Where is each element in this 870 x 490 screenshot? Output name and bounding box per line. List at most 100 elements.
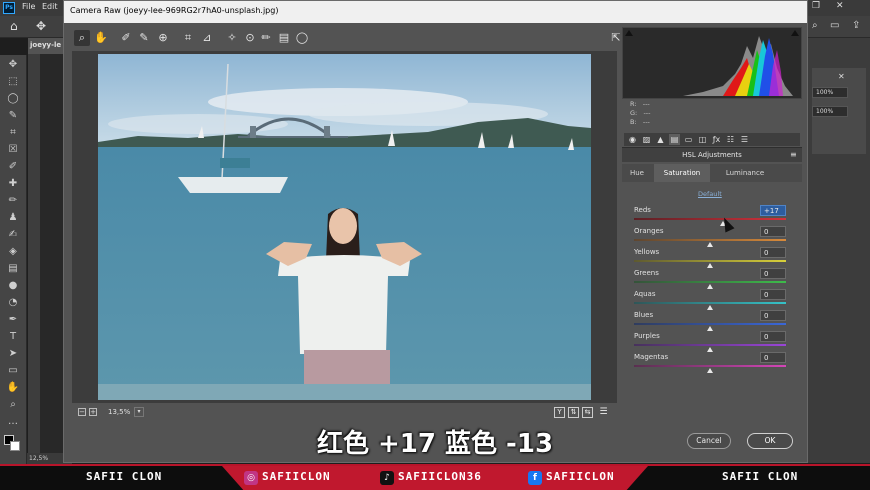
move-icon[interactable]: ✥: [36, 19, 46, 33]
crop-tool-icon[interactable]: ⌗: [6, 126, 20, 140]
menu-edit[interactable]: Edit: [42, 2, 58, 11]
hand-tool-icon[interactable]: ✋: [6, 381, 20, 395]
cancel-button[interactable]: Cancel: [687, 433, 731, 449]
slider-value-input[interactable]: +17: [760, 205, 786, 216]
zoom-in-icon[interactable]: +: [89, 408, 97, 416]
menu-file[interactable]: File: [22, 2, 35, 11]
lens-icon[interactable]: ◫: [697, 134, 708, 145]
background-color-swatch[interactable]: [10, 441, 20, 451]
calibration-icon[interactable]: ☷: [725, 134, 736, 145]
slider-track[interactable]: [634, 239, 786, 241]
image-preview[interactable]: [72, 51, 617, 403]
spot-removal-icon[interactable]: ✧: [224, 30, 240, 46]
tab-saturation[interactable]: Saturation: [654, 164, 710, 182]
gradient-tool-icon[interactable]: ▤: [6, 262, 20, 276]
slider-track[interactable]: [634, 260, 786, 262]
red-eye-icon[interactable]: ⊙: [242, 30, 258, 46]
slider-value-input[interactable]: 0: [760, 310, 786, 321]
presets-icon[interactable]: ☰: [739, 134, 750, 145]
document-tab[interactable]: joeyy-le: [28, 38, 68, 54]
slider-track[interactable]: [634, 365, 786, 367]
chevron-down-icon[interactable]: ▾: [134, 407, 144, 417]
quick-select-icon[interactable]: ✎: [6, 109, 20, 123]
eyedropper-tool-icon[interactable]: ✐: [6, 160, 20, 174]
brush-tool-icon[interactable]: ✏: [6, 194, 20, 208]
slider-track[interactable]: [634, 218, 786, 220]
detail-icon[interactable]: ▲: [655, 134, 666, 145]
instagram-handle: SAFIICLON: [262, 470, 331, 483]
adjustment-brush-icon[interactable]: ✏: [258, 30, 274, 46]
hand-icon[interactable]: ✋: [93, 30, 109, 46]
opacity-field[interactable]: 100%: [812, 87, 848, 98]
slider-thumb[interactable]: [707, 347, 713, 352]
marquee-tool-icon[interactable]: ⬚: [6, 75, 20, 89]
eraser-tool-icon[interactable]: ◈: [6, 245, 20, 259]
type-tool-icon[interactable]: T: [6, 330, 20, 344]
search-icon[interactable]: ⌕: [812, 20, 818, 31]
graduated-filter-icon[interactable]: ▤: [276, 30, 292, 46]
slider-value-input[interactable]: 0: [760, 331, 786, 342]
more-tools-icon[interactable]: …: [6, 415, 20, 429]
copy-settings-icon[interactable]: ⇆: [582, 407, 593, 418]
before-after-y-icon[interactable]: Y: [554, 407, 565, 418]
color-sampler-icon[interactable]: ✎: [136, 30, 152, 46]
workspace-icon[interactable]: ▭: [830, 20, 839, 31]
lasso-tool-icon[interactable]: ◯: [6, 92, 20, 106]
dodge-tool-icon[interactable]: ◔: [6, 296, 20, 310]
zoom-level[interactable]: 13,5%: [108, 408, 130, 416]
camera-raw-toolbar: ⌕ ✋ ✐ ✎ ⊕ ⌗ ⊿ ✧ ⊙ ✏ ▤ ◯ ⇱: [72, 27, 621, 49]
slider-value-input[interactable]: 0: [760, 289, 786, 300]
hsl-panel-icon[interactable]: ▤: [669, 134, 680, 145]
restore-icon[interactable]: ❐: [812, 1, 820, 11]
straighten-icon[interactable]: ⊿: [199, 30, 215, 46]
slider-thumb[interactable]: [707, 242, 713, 247]
split-toning-icon[interactable]: ▭: [683, 134, 694, 145]
move-tool-icon[interactable]: ✥: [6, 58, 20, 72]
slider-track[interactable]: [634, 281, 786, 283]
instagram-icon: ◎: [244, 471, 258, 485]
slider-track[interactable]: [634, 302, 786, 304]
default-link[interactable]: Default: [698, 190, 722, 198]
share-icon[interactable]: ⇪: [852, 20, 860, 31]
slider-track[interactable]: [634, 344, 786, 346]
close-icon[interactable]: ✕: [838, 72, 845, 81]
slider-value-input[interactable]: 0: [760, 352, 786, 363]
frame-tool-icon[interactable]: ☒: [6, 143, 20, 157]
path-select-icon[interactable]: ➤: [6, 347, 20, 361]
radial-filter-icon[interactable]: ◯: [294, 30, 310, 46]
slider-value-input[interactable]: 0: [760, 247, 786, 258]
healing-tool-icon[interactable]: ✚: [6, 177, 20, 191]
zoom-tool-icon[interactable]: ⌕: [6, 398, 20, 412]
tab-luminance[interactable]: Luminance: [714, 164, 776, 182]
swap-icon[interactable]: ⇅: [568, 407, 579, 418]
crop-icon[interactable]: ⌗: [180, 30, 196, 46]
effects-icon[interactable]: ƒx: [711, 134, 722, 145]
slider-thumb[interactable]: [707, 263, 713, 268]
ok-button[interactable]: OK: [747, 433, 793, 449]
zoom-icon[interactable]: ⌕: [74, 30, 90, 46]
white-balance-icon[interactable]: ✐: [118, 30, 134, 46]
shape-tool-icon[interactable]: ▭: [6, 364, 20, 378]
target-adjust-icon[interactable]: ⊕: [155, 30, 171, 46]
slider-track[interactable]: [634, 323, 786, 325]
facebook-icon: f: [528, 471, 542, 485]
slider-thumb[interactable]: [707, 284, 713, 289]
history-brush-icon[interactable]: ✍: [6, 228, 20, 242]
slider-thumb[interactable]: [707, 305, 713, 310]
tone-curve-icon[interactable]: ▨: [641, 134, 652, 145]
slider-thumb[interactable]: [707, 368, 713, 373]
slider-value-input[interactable]: 0: [760, 226, 786, 237]
pen-tool-icon[interactable]: ✒: [6, 313, 20, 327]
basic-panel-icon[interactable]: ◉: [627, 134, 638, 145]
home-icon[interactable]: ⌂: [10, 19, 18, 33]
stamp-tool-icon[interactable]: ♟: [6, 211, 20, 225]
fill-field[interactable]: 100%: [812, 106, 848, 117]
preferences-icon[interactable]: ☰: [598, 407, 609, 418]
tab-hue[interactable]: Hue: [622, 164, 652, 182]
panel-menu-icon[interactable]: ≡: [790, 150, 797, 159]
zoom-out-icon[interactable]: −: [78, 408, 86, 416]
slider-thumb[interactable]: [707, 326, 713, 331]
close-icon[interactable]: ✕: [836, 1, 844, 11]
blur-tool-icon[interactable]: ●: [6, 279, 20, 293]
slider-value-input[interactable]: 0: [760, 268, 786, 279]
